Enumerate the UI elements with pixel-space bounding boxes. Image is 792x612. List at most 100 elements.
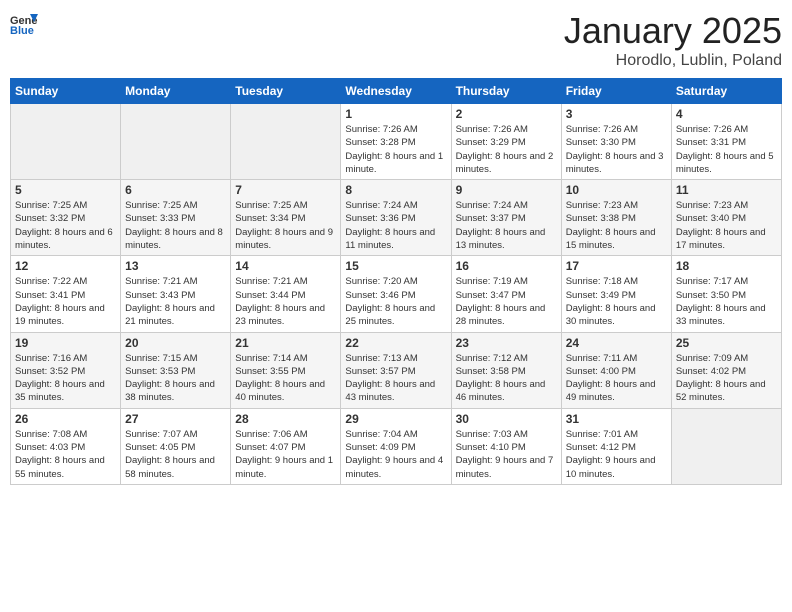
calendar-cell: 4 Sunrise: 7:26 AMSunset: 3:31 PMDaylight… — [671, 104, 781, 180]
day-number: 4 — [676, 107, 777, 121]
title-block: January 2025 Horodlo, Lublin, Poland — [564, 10, 782, 70]
day-number: 30 — [456, 412, 557, 426]
day-info: Sunrise: 7:23 AMSunset: 3:40 PMDaylight:… — [676, 199, 777, 252]
day-info: Sunrise: 7:04 AMSunset: 4:09 PMDaylight:… — [345, 428, 446, 481]
day-info: Sunrise: 7:08 AMSunset: 4:03 PMDaylight:… — [15, 428, 116, 481]
calendar-cell — [121, 104, 231, 180]
day-info: Sunrise: 7:17 AMSunset: 3:50 PMDaylight:… — [676, 275, 777, 328]
calendar-cell: 17Sunrise: 7:18 AMSunset: 3:49 PMDayligh… — [561, 256, 671, 332]
day-info: Sunrise: 7:25 AMSunset: 3:32 PMDaylight:… — [15, 199, 116, 252]
day-number: 21 — [235, 336, 336, 350]
calendar-cell: 10 Sunrise: 7:23 AMSunset: 3:38 PMDayligh… — [561, 180, 671, 256]
day-info: Sunrise: 7:09 AMSunset: 4:02 PMDaylight:… — [676, 352, 777, 405]
day-number: 8 — [345, 183, 446, 197]
day-number: 10 — [566, 183, 667, 197]
day-info: Sunrise: 7:25 AMSunset: 3:34 PMDaylight:… — [235, 199, 336, 252]
day-number: 17 — [566, 259, 667, 273]
calendar-cell — [671, 408, 781, 484]
day-number: 9 — [456, 183, 557, 197]
day-info: Sunrise: 7:20 AMSunset: 3:46 PMDaylight:… — [345, 275, 446, 328]
calendar-cell: 15 Sunrise: 7:20 AMSunset: 3:46 PMDayligh… — [341, 256, 451, 332]
day-number: 5 — [15, 183, 116, 197]
calendar-cell: 9 Sunrise: 7:24 AMSunset: 3:37 PMDaylight… — [451, 180, 561, 256]
day-info: Sunrise: 7:24 AMSunset: 3:37 PMDaylight:… — [456, 199, 557, 252]
calendar-cell — [231, 104, 341, 180]
day-number: 27 — [125, 412, 226, 426]
day-number: 31 — [566, 412, 667, 426]
calendar-week-row: 26 Sunrise: 7:08 AMSunset: 4:03 PMDayligh… — [11, 408, 782, 484]
calendar-cell: 6Sunrise: 7:25 AMSunset: 3:33 PMDaylight… — [121, 180, 231, 256]
calendar-cell: 13 Sunrise: 7:21 AMSunset: 3:43 PMDayligh… — [121, 256, 231, 332]
weekday-header-saturday: Saturday — [671, 79, 781, 104]
day-number: 15 — [345, 259, 446, 273]
calendar-cell: 12 Sunrise: 7:22 AMSunset: 3:41 PMDayligh… — [11, 256, 121, 332]
day-info: Sunrise: 7:26 AMSunset: 3:30 PMDaylight:… — [566, 123, 667, 176]
calendar-cell: 8 Sunrise: 7:24 AMSunset: 3:36 PMDaylight… — [341, 180, 451, 256]
day-info: Sunrise: 7:22 AMSunset: 3:41 PMDaylight:… — [15, 275, 116, 328]
calendar-table: SundayMondayTuesdayWednesdayThursdayFrid… — [10, 78, 782, 485]
day-info: Sunrise: 7:26 AMSunset: 3:31 PMDaylight:… — [676, 123, 777, 176]
calendar-cell: 1 Sunrise: 7:26 AMSunset: 3:28 PMDaylight… — [341, 104, 451, 180]
month-title: January 2025 — [564, 10, 782, 52]
day-info: Sunrise: 7:07 AMSunset: 4:05 PMDaylight:… — [125, 428, 226, 481]
calendar-cell: 23 Sunrise: 7:12 AMSunset: 3:58 PMDayligh… — [451, 332, 561, 408]
day-info: Sunrise: 7:26 AMSunset: 3:28 PMDaylight:… — [345, 123, 446, 176]
calendar-cell: 2Sunrise: 7:26 AMSunset: 3:29 PMDaylight… — [451, 104, 561, 180]
weekday-header-sunday: Sunday — [11, 79, 121, 104]
svg-text:Blue: Blue — [10, 25, 34, 37]
calendar-cell: 14Sunrise: 7:21 AMSunset: 3:44 PMDayligh… — [231, 256, 341, 332]
day-number: 6 — [125, 183, 226, 197]
weekday-header-row: SundayMondayTuesdayWednesdayThursdayFrid… — [11, 79, 782, 104]
calendar-cell: 29Sunrise: 7:04 AMSunset: 4:09 PMDayligh… — [341, 408, 451, 484]
day-number: 11 — [676, 183, 777, 197]
logo-icon: General Blue — [10, 10, 38, 38]
day-number: 22 — [345, 336, 446, 350]
day-number: 12 — [15, 259, 116, 273]
day-info: Sunrise: 7:23 AMSunset: 3:38 PMDaylight:… — [566, 199, 667, 252]
calendar-cell: 26 Sunrise: 7:08 AMSunset: 4:03 PMDayligh… — [11, 408, 121, 484]
location-subtitle: Horodlo, Lublin, Poland — [564, 52, 782, 70]
day-number: 16 — [456, 259, 557, 273]
day-number: 18 — [676, 259, 777, 273]
day-info: Sunrise: 7:03 AMSunset: 4:10 PMDaylight:… — [456, 428, 557, 481]
calendar-cell: 19Sunrise: 7:16 AMSunset: 3:52 PMDayligh… — [11, 332, 121, 408]
calendar-cell: 16 Sunrise: 7:19 AMSunset: 3:47 PMDayligh… — [451, 256, 561, 332]
logo: General Blue — [10, 10, 38, 38]
day-info: Sunrise: 7:21 AMSunset: 3:44 PMDaylight:… — [235, 275, 336, 328]
day-info: Sunrise: 7:19 AMSunset: 3:47 PMDaylight:… — [456, 275, 557, 328]
page-header: General Blue January 2025 Horodlo, Lubli… — [10, 10, 782, 70]
day-info: Sunrise: 7:15 AMSunset: 3:53 PMDaylight:… — [125, 352, 226, 405]
day-number: 1 — [345, 107, 446, 121]
day-info: Sunrise: 7:24 AMSunset: 3:36 PMDaylight:… — [345, 199, 446, 252]
weekday-header-thursday: Thursday — [451, 79, 561, 104]
day-info: Sunrise: 7:26 AMSunset: 3:29 PMDaylight:… — [456, 123, 557, 176]
day-number: 25 — [676, 336, 777, 350]
calendar-cell: 22Sunrise: 7:13 AMSunset: 3:57 PMDayligh… — [341, 332, 451, 408]
calendar-cell: 25 Sunrise: 7:09 AMSunset: 4:02 PMDayligh… — [671, 332, 781, 408]
calendar-cell: 31 Sunrise: 7:01 AMSunset: 4:12 PMDayligh… — [561, 408, 671, 484]
calendar-week-row: 12 Sunrise: 7:22 AMSunset: 3:41 PMDayligh… — [11, 256, 782, 332]
day-info: Sunrise: 7:12 AMSunset: 3:58 PMDaylight:… — [456, 352, 557, 405]
calendar-week-row: 5 Sunrise: 7:25 AMSunset: 3:32 PMDaylight… — [11, 180, 782, 256]
weekday-header-tuesday: Tuesday — [231, 79, 341, 104]
calendar-cell: 24Sunrise: 7:11 AMSunset: 4:00 PMDayligh… — [561, 332, 671, 408]
calendar-cell: 5 Sunrise: 7:25 AMSunset: 3:32 PMDaylight… — [11, 180, 121, 256]
day-number: 26 — [15, 412, 116, 426]
day-number: 23 — [456, 336, 557, 350]
calendar-week-row: 19Sunrise: 7:16 AMSunset: 3:52 PMDayligh… — [11, 332, 782, 408]
calendar-cell: 28Sunrise: 7:06 AMSunset: 4:07 PMDayligh… — [231, 408, 341, 484]
calendar-cell: 30 Sunrise: 7:03 AMSunset: 4:10 PMDayligh… — [451, 408, 561, 484]
day-number: 13 — [125, 259, 226, 273]
calendar-cell: 21Sunrise: 7:14 AMSunset: 3:55 PMDayligh… — [231, 332, 341, 408]
day-number: 7 — [235, 183, 336, 197]
day-info: Sunrise: 7:21 AMSunset: 3:43 PMDaylight:… — [125, 275, 226, 328]
day-number: 3 — [566, 107, 667, 121]
calendar-cell: 11 Sunrise: 7:23 AMSunset: 3:40 PMDayligh… — [671, 180, 781, 256]
day-number: 19 — [15, 336, 116, 350]
day-info: Sunrise: 7:01 AMSunset: 4:12 PMDaylight:… — [566, 428, 667, 481]
weekday-header-wednesday: Wednesday — [341, 79, 451, 104]
calendar-cell: 7 Sunrise: 7:25 AMSunset: 3:34 PMDaylight… — [231, 180, 341, 256]
calendar-cell: 3 Sunrise: 7:26 AMSunset: 3:30 PMDaylight… — [561, 104, 671, 180]
day-info: Sunrise: 7:11 AMSunset: 4:00 PMDaylight:… — [566, 352, 667, 405]
calendar-cell: 20Sunrise: 7:15 AMSunset: 3:53 PMDayligh… — [121, 332, 231, 408]
